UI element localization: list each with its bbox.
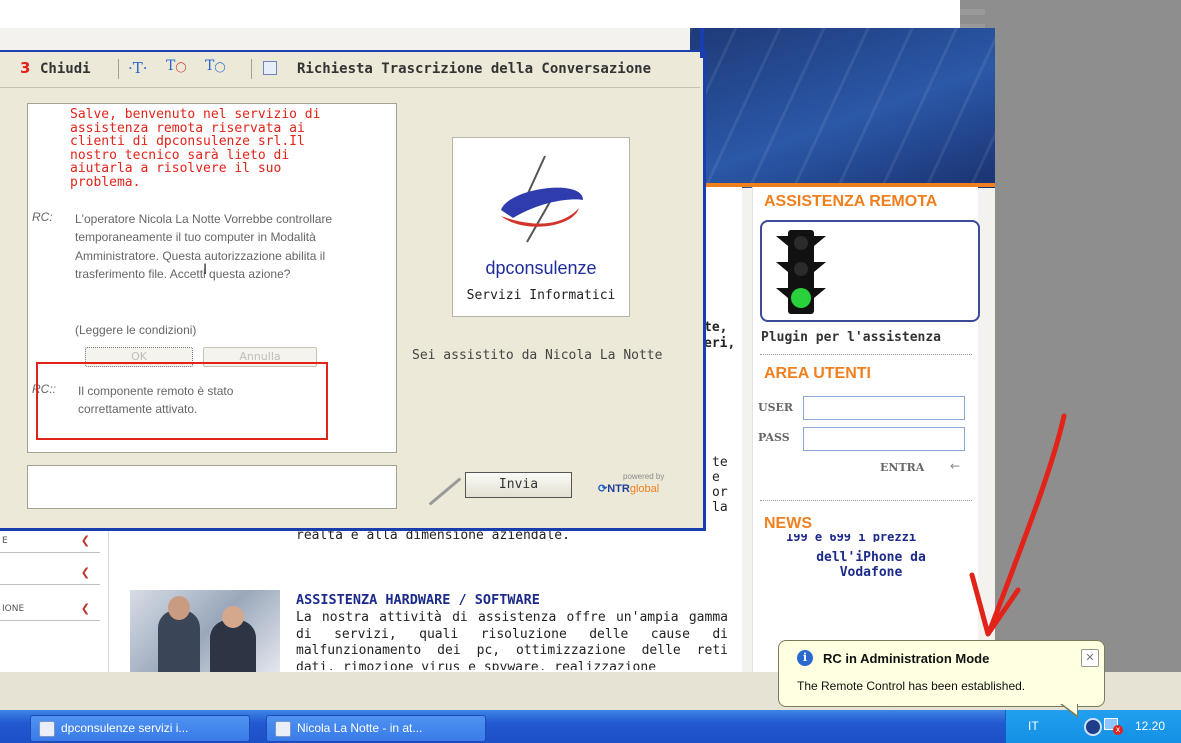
font-format-icon[interactable]: ·T· <box>128 59 148 77</box>
website-header-banner <box>690 28 995 188</box>
taskbar-button-dpconsulenze[interactable]: dpconsulenze servizi i... <box>30 715 250 742</box>
font-size-decrease-icon[interactable]: T◯ <box>166 58 187 74</box>
left-menu-item[interactable]: E ❮ <box>0 530 100 553</box>
user-label: USER <box>758 401 794 414</box>
ntr-global-logo: ⟳NTRglobal <box>598 483 660 495</box>
main-text-fragment: te, <box>704 320 728 335</box>
red-arrow-annotation <box>969 413 1067 637</box>
font-size-increase-icon[interactable]: T◯ <box>205 58 226 74</box>
chevron-left-icon: ❮ <box>80 534 90 547</box>
left-menu-item[interactable]: IONE ❮ <box>0 598 100 621</box>
arrow-left-icon: ← <box>950 459 961 473</box>
assisted-by-label: Sei assistito da Nicola La Notte <box>412 348 663 363</box>
network-error-icon[interactable]: x <box>1104 718 1124 735</box>
balloon-title: RC in Administration Mode <box>823 651 990 666</box>
divider <box>760 354 972 355</box>
toolbar-separator <box>118 59 119 79</box>
logo-brand: dpconsulenze <box>485 258 597 278</box>
chat-window-border <box>700 28 704 58</box>
powered-by-label: powered by <box>623 472 665 481</box>
news-link[interactable]: dell'iPhone da Vodafone <box>786 550 956 580</box>
pass-label: PASS <box>758 431 790 444</box>
language-indicator[interactable]: IT <box>1028 719 1039 733</box>
hw-section-text: La nostra attività di assistenza offre u… <box>296 610 728 670</box>
toolbar-separator <box>251 59 252 79</box>
pass-input[interactable] <box>803 427 965 451</box>
balloon-text: The Remote Control has been established. <box>797 679 1026 693</box>
news-partial: 199 e 699 i prezzi <box>786 534 917 542</box>
browser-window-icon <box>275 721 291 737</box>
send-button[interactable]: Invia <box>465 472 572 498</box>
highlight-box <box>36 362 328 440</box>
transcript-request-button[interactable]: Richiesta Trascrizione della Conversazio… <box>297 61 700 77</box>
conditions-link[interactable]: (Leggere le condizioni) <box>75 321 196 339</box>
main-text-fragment: or <box>712 485 728 500</box>
dpconsulenze-logo: dpconsulenze Servizi Informatici <box>452 137 630 317</box>
hw-section-title: ASSISTENZA HARDWARE / SOFTWARE <box>296 592 540 608</box>
text-cursor-icon: I <box>203 262 208 278</box>
transcript-icon[interactable] <box>263 61 277 75</box>
rc-tray-icon[interactable] <box>1084 718 1102 736</box>
rc-prefix: RC: <box>32 210 53 224</box>
entra-button[interactable]: ENTRA <box>880 461 924 474</box>
user-input[interactable] <box>803 396 965 420</box>
message-input[interactable] <box>27 465 397 509</box>
info-icon: i <box>797 650 813 666</box>
main-text-fragment: te <box>712 455 728 470</box>
divider <box>760 500 972 501</box>
close-button[interactable]: Chiudi <box>40 61 91 77</box>
close-icon[interactable]: ✕ <box>1081 649 1099 667</box>
business-people-photo <box>130 590 280 675</box>
chevron-left-icon: ❮ <box>80 566 90 579</box>
plugin-label[interactable]: Plugin per l'assistenza <box>761 330 941 345</box>
area-utenti-title: AREA UTENTI <box>764 365 871 382</box>
notification-balloon[interactable]: i RC in Administration Mode ✕ The Remote… <box>778 640 1105 707</box>
chat-window-border <box>0 50 703 52</box>
main-text-fragment: e <box>712 470 720 485</box>
taskbar-button-chat[interactable]: Nicola La Notte - in at... <box>266 715 486 742</box>
browser-window-icon <box>39 721 55 737</box>
balloon-tail <box>1061 703 1077 715</box>
logo-tagline: Servizi Informatici <box>466 288 616 303</box>
clock: 12.20 <box>1135 719 1166 733</box>
assistenza-remota-title: ASSISTENZA REMOTA <box>764 193 938 210</box>
chevron-left-icon: ❮ <box>80 602 90 615</box>
operator-request-message: L'operatore Nicola La Notte Vorrebbe con… <box>75 212 333 282</box>
close-icon[interactable]: 3 <box>20 60 32 76</box>
news-title: NEWS <box>764 515 812 532</box>
traffic-light-plugin[interactable] <box>760 220 980 322</box>
main-text-fragment: la <box>712 500 728 515</box>
logo-swirl-icon <box>501 155 583 243</box>
traffic-light-icon <box>776 230 826 314</box>
left-menu-item[interactable]: ❮ <box>0 562 100 585</box>
main-text-fragment: eri, <box>704 336 736 351</box>
welcome-message: Salve, benvenuto nel servizio di assiste… <box>70 107 321 190</box>
